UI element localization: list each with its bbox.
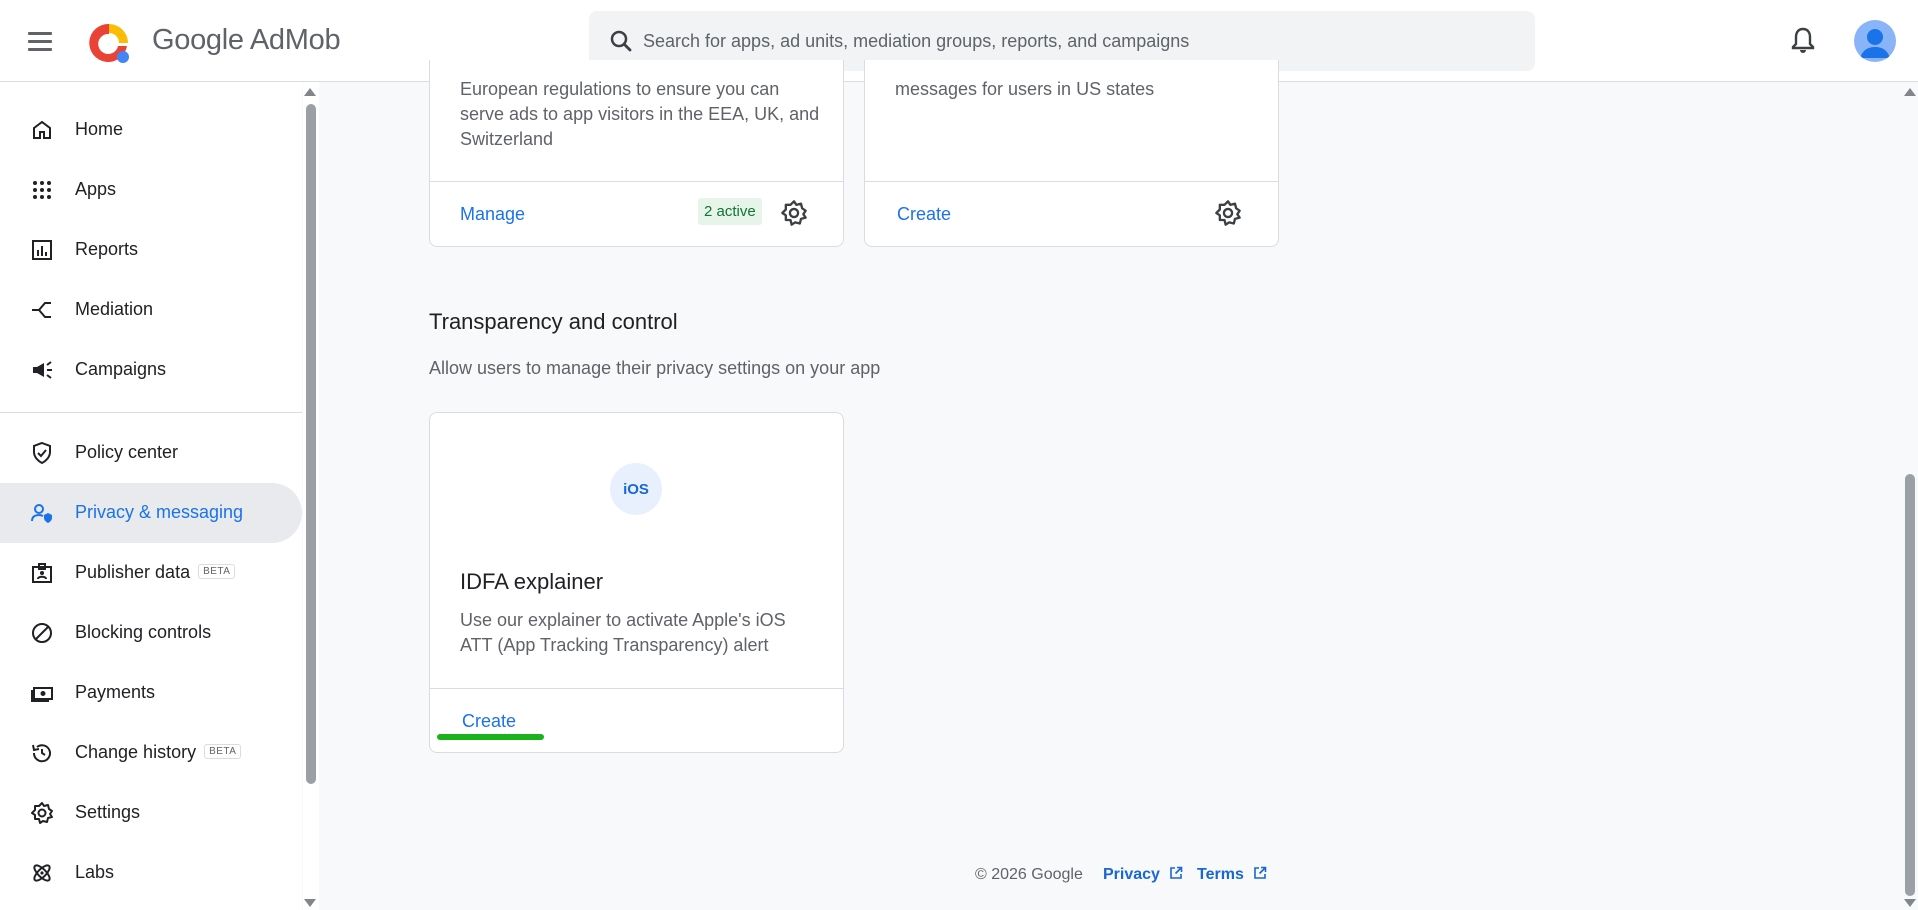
gdpr-settings-gear-icon[interactable] [780,199,808,227]
sidebar-item-text: Change history [75,742,197,762]
section-description: Allow users to manage their privacy sett… [429,358,881,378]
navigation-drawer: Home Apps Reports Mediation Campaigns Po… [0,82,302,910]
menu-bar [28,39,52,43]
payments-icon [31,687,53,702]
sidebar-item-label: Labs [75,862,115,882]
avatar-person-icon [1860,29,1890,58]
sidebar-item-blocking-controls[interactable]: Blocking controls [0,603,302,663]
sidebar-item-settings[interactable]: Settings [0,783,302,843]
beta-badge: BETA [204,743,242,759]
us-states-create-button[interactable]: Create [897,204,951,225]
home-icon [33,120,51,139]
sidebar-item-labs[interactable]: Labs [0,843,302,903]
settings-gear-icon [31,802,53,824]
footer-privacy-label: Privacy [1103,866,1160,883]
idfa-card-description: Use our explainer to activate Apple's iO… [460,608,786,658]
beta-badge: BETA [198,563,236,579]
labs-icon [33,864,51,882]
sidebar-scroll-down-arrow[interactable] [304,899,316,907]
sidebar-item-payments[interactable]: Payments [0,663,302,723]
idfa-create-button[interactable]: Create [462,711,516,732]
sidebar-item-label: Settings [75,802,141,822]
idfa-card-title: IDFA explainer [460,569,604,594]
brand-google: Google [152,24,244,56]
sidebar-item-policy-center[interactable]: Policy center [0,423,302,483]
sidebar-item-label: Payments [75,682,156,702]
idfa-description-line: ATT (App Tracking Transparency) alert [460,635,769,655]
idfa-description-line: Use our explainer to activate Apple's iO… [460,610,786,630]
footer-privacy-link[interactable]: Privacy [1103,866,1183,884]
sidebar-item-campaigns[interactable]: Campaigns [0,340,302,400]
main-menu-button[interactable] [22,25,58,57]
campaigns-icon [33,361,52,379]
gdpr-description-line: serve ads to app visitors in the EEA, UK… [460,104,820,124]
main-scrollbar-thumb[interactable] [1905,474,1915,896]
policy-shield-icon [33,441,51,465]
gdpr-card-footer: Manage 2 active [430,181,843,246]
sidebar-item-label: Privacy & messaging [75,502,244,522]
apps-grid-icon [33,181,51,199]
admob-logo-icon [89,23,129,63]
sidebar-item-label: Apps [75,179,117,199]
us-states-card-footer: Create [865,181,1278,246]
sidebar-item-label: Reports [75,239,139,259]
sidebar-scrollbar-thumb[interactable] [306,104,316,784]
gdpr-description-line: Switzerland [460,129,554,149]
notifications-bell-icon[interactable] [1790,26,1816,56]
privacy-user-icon [31,504,52,523]
us-states-card: messages for users in US states Create [864,60,1279,247]
sidebar-item-change-history[interactable]: Change history BETA [0,723,302,783]
sidebar-item-home[interactable]: Home [0,100,302,160]
menu-bar [28,31,52,35]
sidebar-item-text: Publisher data [75,562,191,582]
reports-icon [32,240,52,260]
brand-product: AdMob [249,24,341,56]
highlight-underline [437,734,544,740]
external-link-icon [1254,866,1267,879]
sidebar-scroll-up-arrow[interactable] [304,88,316,96]
footer-terms-label: Terms [1197,866,1244,883]
gdpr-description-line: European regulations to ensure you can [460,79,780,99]
gdpr-card: European regulations to ensure you can s… [429,60,844,247]
footer-copyright: © 2026 Google [975,866,1083,883]
sidebar-item-label: Change history BETA [75,742,242,763]
sidebar-item-privacy-messaging[interactable]: Privacy & messaging [0,483,302,543]
sidebar-item-mediation[interactable]: Mediation [0,280,302,340]
footer-terms-link[interactable]: Terms [1197,866,1267,884]
gdpr-manage-button[interactable]: Manage [460,204,525,225]
section-title: Transparency and control [429,309,678,334]
status-badge: 2 active [698,198,762,225]
blocking-icon [32,623,52,643]
sidebar-item-label: Policy center [75,442,179,462]
menu-bar [28,47,52,51]
ios-icon: iOS [610,463,662,515]
publisher-data-icon [32,563,52,583]
sidebar-item-publisher-data[interactable]: Publisher data BETA [0,543,302,603]
us-states-description-line: messages for users in US states [895,79,1155,99]
product-name[interactable]: Google AdMob [152,24,341,57]
account-avatar[interactable] [1854,20,1896,62]
idfa-card-footer: Create [430,688,843,753]
external-link-icon [1170,866,1183,879]
sidebar-item-label: Mediation [75,299,154,319]
search-icon [610,30,632,52]
mediation-icon [32,302,51,318]
sidebar-divider [0,412,302,413]
sidebar-item-label: Home [75,119,124,139]
main-scroll-up-arrow[interactable] [1904,88,1916,96]
history-icon [32,744,51,763]
main-scroll-down-arrow[interactable] [1904,899,1916,907]
sidebar-item-label: Campaigns [75,359,167,379]
sidebar-item-apps[interactable]: Apps [0,160,302,220]
gdpr-description: European regulations to ensure you can s… [460,77,819,152]
sidebar-item-label: Blocking controls [75,622,212,642]
sidebar-item-label: Publisher data BETA [75,562,236,583]
us-states-settings-gear-icon[interactable] [1214,199,1242,227]
sidebar-item-reports[interactable]: Reports [0,220,302,280]
us-states-description: messages for users in US states [895,77,1154,102]
